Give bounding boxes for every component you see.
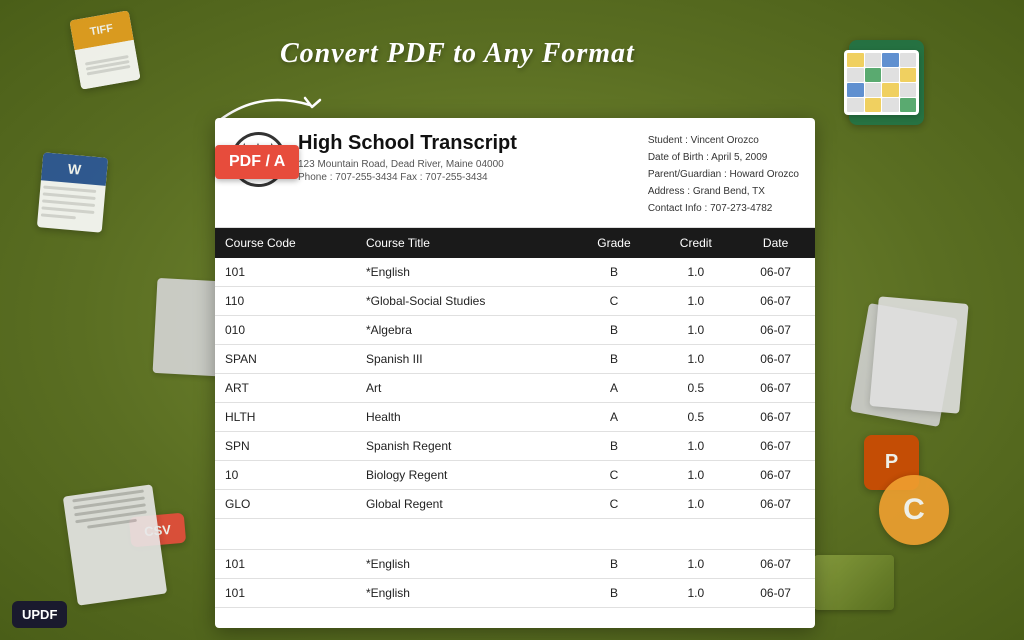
pdf-badge: PDF / A (215, 145, 299, 179)
cell-code: 101 (215, 550, 356, 579)
cell-credit: 1.0 (655, 490, 736, 519)
cell-date: 06-07 (736, 374, 815, 403)
cell-credit: 0.5 (655, 403, 736, 432)
cell-grade: B (573, 316, 656, 345)
col-header-code: Course Code (215, 228, 356, 258)
doc-title-block: High School Transcript 123 Mountain Road… (298, 132, 636, 217)
cell-title: *English (356, 258, 573, 287)
cell-date: 06-07 (736, 550, 815, 579)
cell-date: 06-07 (736, 345, 815, 374)
student-name: Student : Vincent Orozco (648, 132, 799, 149)
cell-code: 110 (215, 287, 356, 316)
cell-credit: 1.0 (655, 432, 736, 461)
cell-code: 101 (215, 579, 356, 608)
cell-credit: 1.0 (655, 579, 736, 608)
cell-credit: 1.0 (655, 345, 736, 374)
cell-grade: C (573, 287, 656, 316)
table-row: 010 *Algebra B 1.0 06-07 (215, 316, 815, 345)
student-parent: Parent/Guardian : Howard Orozco (648, 166, 799, 183)
table-row: 101 *English B 1.0 06-07 (215, 550, 815, 579)
cell-grade: B (573, 345, 656, 374)
cell-date: 06-07 (736, 258, 815, 287)
cell-grade: A (573, 403, 656, 432)
cell-credit: 1.0 (655, 461, 736, 490)
student-address: Address : Grand Bend, TX (648, 183, 799, 200)
table-row: SPAN Spanish III B 1.0 06-07 (215, 345, 815, 374)
cell-date: 06-07 (736, 316, 815, 345)
table-header-row: Course Code Course Title Grade Credit Da… (215, 228, 815, 258)
doc-phone: Phone : 707-255-3434 Fax : 707-255-3434 (298, 172, 636, 183)
cell-title: Global Regent (356, 490, 573, 519)
cell-grade: C (573, 461, 656, 490)
cell-code: HLTH (215, 403, 356, 432)
cell-grade: A (573, 374, 656, 403)
cell-date: 06-07 (736, 490, 815, 519)
cell-date: 06-07 (736, 579, 815, 608)
cell-title: *Algebra (356, 316, 573, 345)
deco-tiff-doc: TIFF (69, 10, 140, 89)
deco-excel-grid (844, 50, 919, 115)
deco-c-badge: C (879, 475, 949, 545)
cell-code: 101 (215, 258, 356, 287)
table-row: 110 *Global-Social Studies C 1.0 06-07 (215, 287, 815, 316)
cell-date: 06-07 (736, 403, 815, 432)
col-header-grade: Grade (573, 228, 656, 258)
student-dob: Date of Birth : April 5, 2009 (648, 149, 799, 166)
cell-date: 06-07 (736, 432, 815, 461)
cell-title: Art (356, 374, 573, 403)
table-row: GLO Global Regent C 1.0 06-07 (215, 490, 815, 519)
document-card: ★ ★ ★ 📚 High School Transcript 123 Mount… (215, 118, 815, 628)
student-info: Student : Vincent Orozco Date of Birth :… (648, 132, 799, 217)
table-row: SPN Spanish Regent B 1.0 06-07 (215, 432, 815, 461)
updf-logo: UPDF (12, 601, 67, 628)
cell-code: GLO (215, 490, 356, 519)
deco-right-paper (869, 296, 968, 413)
cell-code: ART (215, 374, 356, 403)
cell-code: SPN (215, 432, 356, 461)
table-row: ART Art A 0.5 06-07 (215, 374, 815, 403)
cell-date: 06-07 (736, 287, 815, 316)
col-header-date: Date (736, 228, 815, 258)
deco-paper-left (63, 484, 167, 605)
cell-grade: C (573, 490, 656, 519)
cell-credit: 1.0 (655, 550, 736, 579)
cell-code: 010 (215, 316, 356, 345)
col-header-credit: Credit (655, 228, 736, 258)
doc-title: High School Transcript (298, 132, 636, 155)
cell-date: 06-07 (736, 461, 815, 490)
table-row-empty (215, 519, 815, 550)
table-row: 101 *English B 1.0 06-07 (215, 258, 815, 287)
cell-grade: B (573, 258, 656, 287)
cell-code: 10 (215, 461, 356, 490)
deco-word-doc: W (37, 152, 108, 232)
cell-title: Spanish III (356, 345, 573, 374)
cell-credit: 1.0 (655, 258, 736, 287)
cell-grade: B (573, 579, 656, 608)
table-row: HLTH Health A 0.5 06-07 (215, 403, 815, 432)
deco-photo (814, 555, 894, 610)
cell-code: SPAN (215, 345, 356, 374)
cell-grade: B (573, 550, 656, 579)
doc-header: ★ ★ ★ 📚 High School Transcript 123 Mount… (215, 118, 815, 228)
student-contact: Contact Info : 707-273-4782 (648, 200, 799, 217)
cell-credit: 1.0 (655, 287, 736, 316)
table-row: 101 *English B 1.0 06-07 (215, 579, 815, 608)
cell-title: Health (356, 403, 573, 432)
cell-title: Spanish Regent (356, 432, 573, 461)
transcript-table: Course Code Course Title Grade Credit Da… (215, 228, 815, 608)
doc-address: 123 Mountain Road, Dead River, Maine 040… (298, 159, 636, 170)
cell-title: *English (356, 579, 573, 608)
headline: Convert PDF to Any Format (280, 38, 635, 70)
col-header-title: Course Title (356, 228, 573, 258)
cell-title: *Global-Social Studies (356, 287, 573, 316)
cell-credit: 0.5 (655, 374, 736, 403)
cell-credit: 1.0 (655, 316, 736, 345)
cell-title: *English (356, 550, 573, 579)
table-row: 10 Biology Regent C 1.0 06-07 (215, 461, 815, 490)
cell-title: Biology Regent (356, 461, 573, 490)
cell-grade: B (573, 432, 656, 461)
